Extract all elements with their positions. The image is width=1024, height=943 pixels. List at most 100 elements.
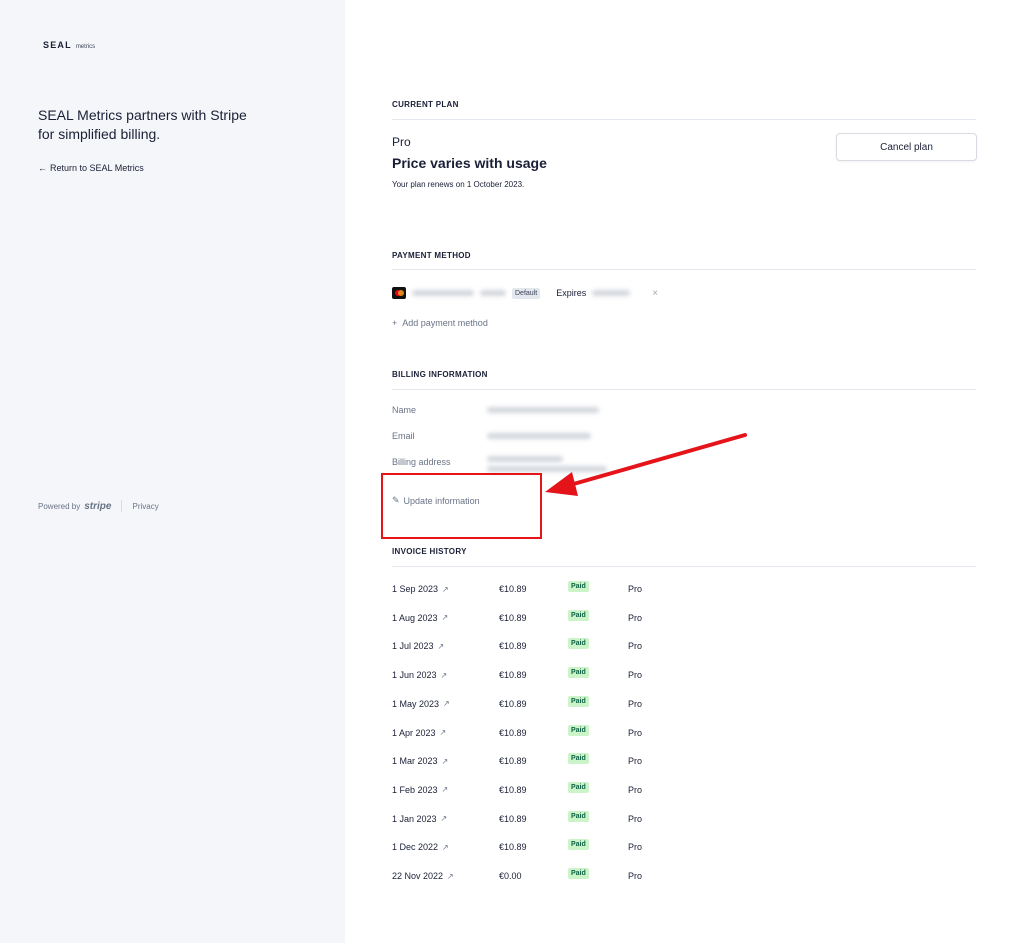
invoice-amount: €10.89 (499, 612, 527, 623)
invoice-plan: Pro (628, 727, 643, 738)
external-link-icon: ↗ (437, 641, 445, 651)
invoice-plan: Pro (628, 813, 643, 824)
status-badge: Paid (568, 695, 589, 707)
return-link[interactable]: ← Return to SEAL Metrics (38, 163, 144, 173)
status-badge: Paid (568, 810, 589, 822)
invoice-row: 1 Jul 2023 ↗ €10.89 Paid Pro (392, 638, 976, 654)
divider (392, 389, 976, 390)
invoice-plan: Pro (628, 756, 643, 767)
email-label: Email (392, 431, 415, 441)
invoice-date-link[interactable]: 22 Nov 2022 ↗ (392, 871, 454, 881)
status-badge: Paid (568, 638, 589, 650)
status-badge: Paid (568, 781, 589, 793)
invoice-row: 1 Dec 2022 ↗ €10.89 Paid Pro (392, 839, 976, 855)
logo-main-text: SEAL (43, 40, 72, 50)
plan-name: Pro (392, 135, 411, 149)
current-plan-title: CURRENT PLAN (392, 100, 459, 109)
annotation-arrow-icon (545, 433, 747, 496)
invoice-date-link[interactable]: 1 Apr 2023 ↗ (392, 728, 446, 738)
invoice-date-link[interactable]: 1 Dec 2022 ↗ (392, 842, 449, 852)
invoice-date-link[interactable]: 1 Mar 2023 ↗ (392, 756, 448, 766)
arrow-left-icon: ← (38, 163, 47, 173)
external-link-icon: ↗ (442, 842, 449, 852)
invoice-amount: €10.89 (499, 813, 527, 824)
invoice-plan: Pro (628, 784, 643, 795)
invoice-plan: Pro (628, 612, 643, 623)
plan-renewal-text: Your plan renews on 1 October 2023. (392, 180, 525, 189)
billing-info-title: BILLING INFORMATION (392, 370, 488, 379)
status-badge: Paid (568, 724, 589, 736)
invoice-row: 22 Nov 2022 ↗ €0.00 Paid Pro (392, 868, 976, 884)
invoice-date: 1 May 2023 (392, 698, 440, 709)
invoice-row: 1 Sep 2023 ↗ €10.89 Paid Pro (392, 581, 976, 597)
invoice-amount: €10.89 (499, 584, 527, 594)
cancel-plan-button[interactable]: Cancel plan (836, 133, 977, 161)
invoice-amount: €10.89 (499, 641, 527, 652)
invoice-amount: €10.89 (499, 727, 527, 738)
plus-icon: + (392, 318, 398, 328)
invoice-date-link[interactable]: 1 Jun 2023 ↗ (392, 670, 447, 680)
invoice-row: 1 Mar 2023 ↗ €10.89 Paid Pro (392, 753, 976, 769)
invoice-plan: Pro (628, 584, 643, 594)
status-badge: Paid (568, 868, 589, 879)
status-badge: Paid (568, 667, 589, 679)
external-link-icon: ↗ (439, 728, 447, 737)
invoice-amount: €10.89 (499, 756, 527, 767)
invoice-date-link[interactable]: 1 May 2023 ↗ (392, 699, 450, 709)
payment-method-row: Default Expires × (392, 286, 658, 300)
external-link-icon: ↗ (447, 871, 454, 881)
invoice-amount: €10.89 (499, 670, 527, 681)
invoice-amount: €10.89 (499, 698, 527, 709)
invoice-plan: Pro (628, 670, 643, 681)
status-badge: Paid (568, 753, 589, 765)
remove-card-icon[interactable]: × (652, 288, 658, 299)
invoice-plan: Pro (628, 842, 643, 853)
billing-address-label: Billing address (392, 457, 451, 467)
powered-by-label: Powered by (38, 501, 81, 511)
invoice-row: 1 Apr 2023 ↗ €10.89 Paid Pro (392, 724, 976, 741)
default-badge: Default (512, 287, 541, 299)
invoice-date: 1 Mar 2023 (392, 756, 438, 767)
invoice-date: 1 Jul 2023 (392, 641, 434, 652)
add-payment-method-link[interactable]: + Add payment method (392, 318, 488, 328)
external-link-icon: ↗ (441, 613, 449, 623)
invoice-plan: Pro (628, 641, 643, 652)
divider (392, 566, 976, 567)
left-panel: SEAL metrics SEAL Metrics partners with … (0, 0, 345, 943)
invoice-date-link[interactable]: 1 Sep 2023 ↗ (392, 584, 449, 594)
invoice-date: 1 Jun 2023 (392, 670, 437, 681)
invoice-date-link[interactable]: 1 Feb 2023 ↗ (392, 785, 448, 795)
invoice-row: 1 May 2023 ↗ €10.89 Paid Pro (392, 695, 976, 712)
invoice-row: 1 Aug 2023 ↗ €10.89 Paid Pro (392, 609, 976, 626)
seal-metrics-logo: SEAL metrics (43, 40, 95, 50)
name-label: Name (392, 405, 417, 415)
invoice-date: 1 Jan 2023 (392, 813, 437, 824)
logo-sub-text: metrics (75, 44, 96, 50)
invoice-plan: Pro (628, 871, 643, 881)
invoice-date-link[interactable]: 1 Jul 2023 ↗ (392, 641, 444, 651)
invoice-date-link[interactable]: 1 Aug 2023 ↗ (392, 613, 448, 623)
invoice-amount: €10.89 (499, 842, 527, 853)
invoice-date: 1 Sep 2023 (392, 584, 439, 594)
highlight-box (381, 473, 542, 539)
external-link-icon: ↗ (440, 814, 448, 824)
privacy-link[interactable]: Privacy (132, 502, 158, 511)
invoice-date-link[interactable]: 1 Jan 2023 ↗ (392, 814, 447, 824)
external-link-icon: ↗ (443, 699, 450, 709)
invoice-date: 22 Nov 2022 (392, 871, 444, 881)
payment-method-title: PAYMENT METHOD (392, 251, 471, 260)
invoice-row: 1 Jun 2023 ↗ €10.89 Paid Pro (392, 667, 976, 683)
external-link-icon: ↗ (441, 756, 449, 766)
mastercard-icon (392, 287, 406, 299)
status-badge: Paid (568, 839, 589, 851)
external-link-icon: ↗ (440, 670, 448, 680)
name-value-redacted (487, 407, 599, 413)
invoice-row: 1 Jan 2023 ↗ €10.89 Paid Pro (392, 810, 976, 827)
divider (392, 269, 976, 270)
invoice-date: 1 Feb 2023 (392, 784, 438, 795)
external-link-icon: ↗ (441, 785, 449, 795)
invoice-amount: €10.89 (499, 784, 527, 795)
divider (392, 119, 976, 120)
stripe-logo[interactable]: stripe (84, 501, 111, 512)
expires-label: Expires (556, 288, 587, 298)
